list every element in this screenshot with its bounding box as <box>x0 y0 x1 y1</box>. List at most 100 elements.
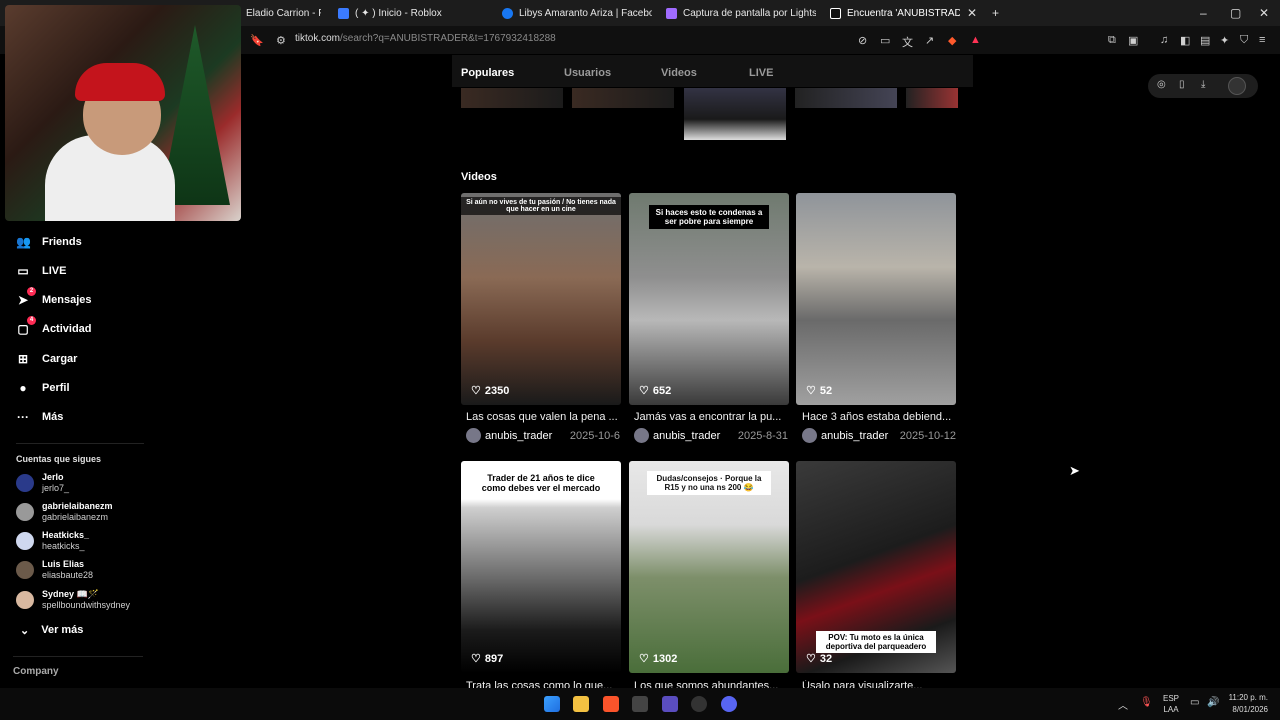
following-account[interactable]: Sydney 📖🪄 spellboundwithsydney <box>16 589 130 611</box>
account-name: Sydney 📖🪄 <box>42 589 99 599</box>
translate-icon[interactable]: 文 <box>902 34 913 50</box>
video-author-row[interactable]: anubis_trader 2025-10-6 <box>466 428 626 443</box>
user-thumbnail[interactable] <box>795 88 897 108</box>
tiktok-icon <box>830 7 841 19</box>
rewards-icon[interactable]: ▲ <box>970 34 981 46</box>
menu-icon[interactable]: ≡ <box>1259 34 1265 46</box>
user-avatar-icon[interactable] <box>1228 77 1246 95</box>
heart-icon: ♡ <box>471 653 481 665</box>
video-card[interactable]: ♡ 52 <box>796 193 956 405</box>
new-tab-icon[interactable]: + <box>992 6 999 20</box>
like-count: ♡ 32 <box>806 652 832 666</box>
sidebar-item-live[interactable]: ▭ LIVE <box>16 264 66 278</box>
video-author-row[interactable]: anubis_trader 2025-10-12 <box>802 428 962 443</box>
author-name: anubis_trader <box>485 429 553 442</box>
video-card[interactable]: POV: Tu moto es la única deportiva del p… <box>796 461 956 673</box>
video-card[interactable]: Dudas/consejos · Porque la R15 y no una … <box>629 461 789 673</box>
sidebar-item-label: Perfil <box>42 382 70 394</box>
facebook-icon <box>502 7 513 19</box>
sidebar-item-more[interactable]: ··· Más <box>16 410 63 424</box>
url-field[interactable]: tiktok.com/search?q=ANUBISTRADER&t=17679… <box>295 33 556 44</box>
tray-chevron-icon[interactable]: ︿ <box>1118 697 1128 712</box>
music-icon[interactable]: ♫ <box>1160 34 1168 46</box>
following-account[interactable]: gabrielaibanezm gabrielaibanezm <box>16 501 113 523</box>
phone-icon[interactable]: ▯ <box>1179 79 1185 90</box>
leo-ai-icon[interactable]: ✦ <box>1220 34 1229 47</box>
video-caption-overlay: Trader de 21 años te dice como debes ver… <box>481 473 601 493</box>
tab-videos[interactable]: Videos <box>661 67 697 79</box>
following-account[interactable]: Jerlo jerlo7_ <box>16 472 69 494</box>
cast-icon[interactable]: ▭ <box>880 34 890 47</box>
sidebar-item-messages[interactable]: ➤ 2 Mensajes <box>16 287 92 307</box>
sidebar-item-upload[interactable]: ⊞ Cargar <box>16 352 78 366</box>
language-indicator[interactable]: ESP LAA <box>1163 693 1179 715</box>
video-caption-overlay: Si haces esto te condenas a ser pobre pa… <box>649 205 769 229</box>
minimize-icon[interactable]: – <box>1200 6 1207 20</box>
company-link[interactable]: Company <box>13 666 59 677</box>
video-card[interactable]: Si aún no vives de tu pasión / No tienes… <box>461 193 621 405</box>
avatar <box>16 503 34 521</box>
brave-shield-icon[interactable]: ◆ <box>948 34 956 47</box>
close-tab-icon[interactable]: ✕ <box>967 6 977 20</box>
video-card[interactable]: Trader de 21 años te dice como debes ver… <box>461 461 621 673</box>
user-thumbnail[interactable] <box>461 88 563 108</box>
sidebar-item-activity[interactable]: ▢ 4 Actividad <box>16 316 92 336</box>
close-window-icon[interactable]: ✕ <box>1259 6 1269 20</box>
site-settings-icon[interactable]: ⚙ <box>276 34 286 47</box>
divider <box>13 656 143 657</box>
system-clock[interactable]: 11:20 p. m. 8/01/2026 <box>1229 692 1268 716</box>
browser-tab-active[interactable]: Encuentra 'ANUBISTRADER' en T <box>830 3 960 23</box>
tab-live[interactable]: LIVE <box>749 67 773 79</box>
sidebar-item-friends[interactable]: 👥 Friends <box>16 235 82 249</box>
video-card[interactable]: Si haces esto te condenas a ser pobre pa… <box>629 193 789 405</box>
browser-tab[interactable]: Libys Amaranto Ariza | Facebook <box>502 3 652 23</box>
windows-start-icon[interactable] <box>544 696 560 712</box>
brave-browser-icon[interactable] <box>603 696 619 712</box>
sidebar-item-profile[interactable]: ● Perfil <box>16 381 70 395</box>
video-title[interactable]: Las cosas que valen la pena ... <box>466 411 618 423</box>
discord-icon[interactable] <box>721 696 737 712</box>
url-host: tiktok.com <box>295 33 341 44</box>
screenshot-icon[interactable]: ▣ <box>1128 34 1138 47</box>
store-icon[interactable] <box>632 696 648 712</box>
video-author-row[interactable]: anubis_trader 2025-8-31 <box>634 428 794 443</box>
video-title[interactable]: Jamás vas a encontrar la pu... <box>634 411 786 423</box>
activity-icon: ▢ 4 <box>16 316 36 336</box>
share-icon[interactable]: ↗ <box>925 34 934 47</box>
post-date: 2025-10-12 <box>899 429 956 442</box>
vpn-icon[interactable]: ⛉ <box>1240 34 1248 47</box>
file-explorer-icon[interactable] <box>573 696 589 712</box>
maximize-icon[interactable]: ▢ <box>1230 6 1241 20</box>
browser-tab[interactable]: Eladio Carrion - FUN <box>246 3 321 23</box>
sidebar-icon[interactable]: ◧ <box>1180 34 1190 47</box>
user-thumbnail[interactable] <box>684 88 786 140</box>
sidebar-item-label: LIVE <box>42 265 67 277</box>
tab-usuarios[interactable]: Usuarios <box>564 67 611 79</box>
browser-tab[interactable]: ( ✦ ) Inicio - Roblox <box>338 3 478 23</box>
game-icon[interactable] <box>662 696 678 712</box>
compass-icon[interactable]: ◎ <box>1157 79 1166 90</box>
bookmark-icon[interactable]: 🔖 <box>250 34 264 47</box>
browser-tab[interactable]: Captura de pantalla por Lightshot <box>666 3 816 23</box>
download-icon[interactable]: ⤓ <box>1201 79 1205 90</box>
chevron-down-icon: ⌄ <box>20 625 30 637</box>
video-title[interactable]: Hace 3 años estaba debiend... <box>802 411 954 423</box>
tab-populares[interactable]: Populares <box>461 67 514 79</box>
following-account[interactable]: Heatkicks_ heatkicks_ <box>16 530 89 552</box>
see-more-label: Ver más <box>41 624 84 636</box>
wallet-icon[interactable]: ▤ <box>1200 34 1210 47</box>
microphone-icon[interactable]: 🎙 <box>1140 697 1153 708</box>
steam-icon[interactable] <box>691 696 707 712</box>
user-thumbnail[interactable] <box>906 88 958 108</box>
network-icon[interactable]: ▭ <box>1190 697 1199 708</box>
no-sound-icon[interactable]: ⊘ <box>858 34 867 47</box>
volume-icon[interactable]: 🔊 <box>1207 697 1219 708</box>
following-account[interactable]: Luis Elias eliasbaute28 <box>16 559 93 581</box>
tab-label: Libys Amaranto Ariza | Facebook <box>519 7 652 19</box>
floating-toolbar: ◎ ▯ ⤓ <box>1148 74 1258 98</box>
user-thumbnail[interactable] <box>572 88 674 108</box>
see-more-button[interactable]: ⌄ Ver más <box>20 624 83 637</box>
extensions-icon[interactable]: ⧉ <box>1108 34 1116 47</box>
account-handle: eliasbaute28 <box>42 570 94 580</box>
account-handle: heatkicks_ <box>42 541 85 551</box>
